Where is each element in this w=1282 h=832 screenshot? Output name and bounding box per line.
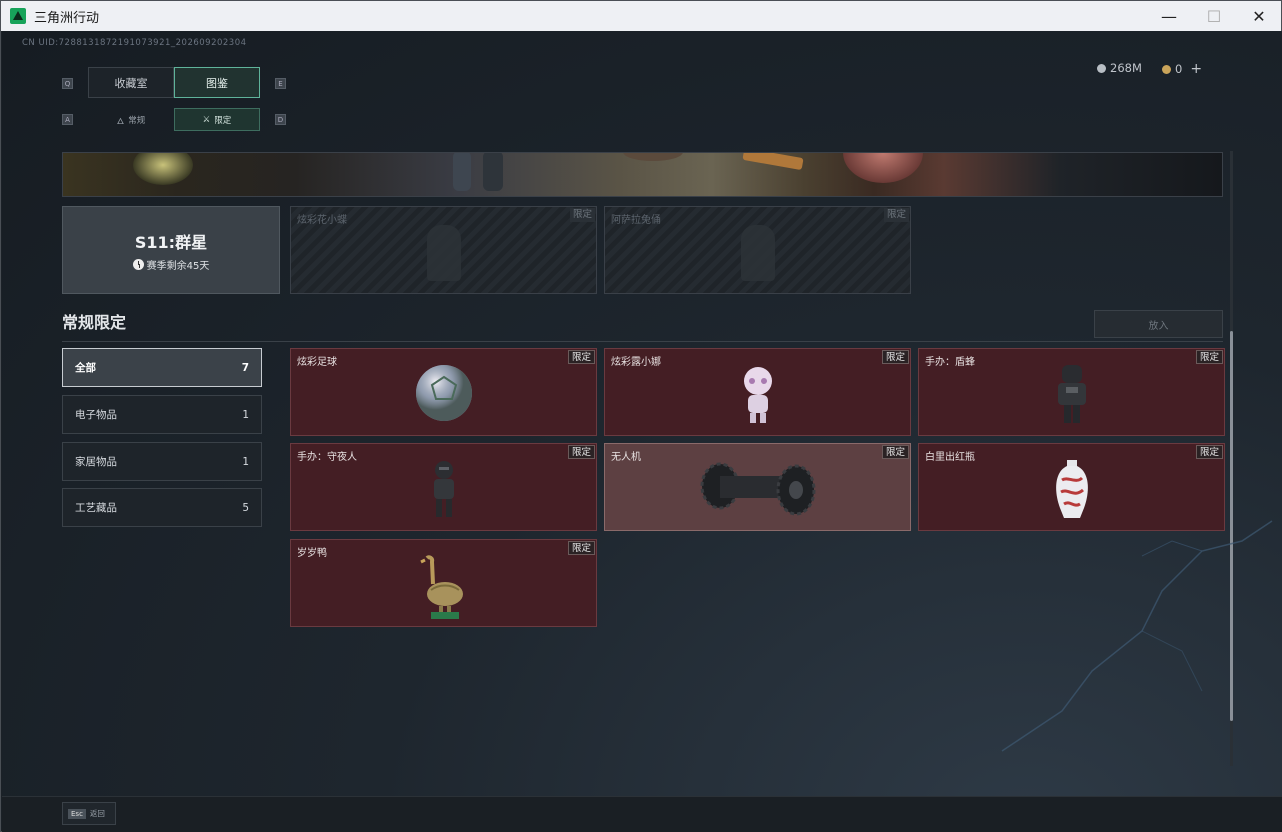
collection-item-card[interactable]: 手办：盾蜂 限定 xyxy=(918,348,1225,436)
category-label: 全部 xyxy=(75,362,96,374)
gold-coin-icon xyxy=(1162,64,1171,74)
window-title: 三角洲行动 xyxy=(34,10,100,26)
flame-icon: 🜂 xyxy=(116,116,125,127)
player-uid: CN UID:7288131872191073921_202609202304 xyxy=(22,38,247,48)
item-name: 岁岁鸭 xyxy=(297,548,327,559)
category-crafts[interactable]: 工艺藏品 5 xyxy=(62,488,262,527)
collection-item-card[interactable]: 手办：守夜人 限定 xyxy=(290,443,597,531)
limited-tag: 限定 xyxy=(1195,445,1223,459)
limited-tag: 限定 xyxy=(569,208,595,222)
close-button[interactable]: ✕ xyxy=(1236,1,1282,31)
season-banner-image xyxy=(62,152,1223,197)
soldier-figure-icon xyxy=(433,461,454,517)
currency-hafcoin: 268M xyxy=(1097,61,1142,75)
locked-item-card[interactable]: 阿萨拉兔俑 限定 xyxy=(604,206,911,294)
app-window: 三角洲行动 — ☐ ✕ CN UID:7288131872191073921_2… xyxy=(0,0,1282,832)
lightning-crack-decoration xyxy=(1001,520,1273,752)
category-all[interactable]: 全部 7 xyxy=(62,348,262,387)
collection-item-card[interactable]: 炫彩露小娜 限定 xyxy=(604,348,911,436)
item-name: 无人机 xyxy=(611,452,641,463)
gold-amount: 0 xyxy=(1175,62,1183,76)
back-button[interactable]: Esc 返回 xyxy=(62,802,116,825)
subtab-regular[interactable]: 🜂 常规 xyxy=(88,108,174,131)
category-count: 1 xyxy=(242,455,249,468)
silver-coin-icon xyxy=(1097,63,1106,73)
collection-item-card[interactable]: 岁岁鸭 限定 xyxy=(290,539,597,627)
doll-figure-icon xyxy=(743,367,772,423)
subtab-next-key[interactable]: D xyxy=(275,114,286,125)
maximize-button[interactable]: ☐ xyxy=(1191,1,1237,31)
season-remaining-text: 赛季剩余45天 xyxy=(146,260,210,272)
limited-tag: 限定 xyxy=(1195,350,1223,364)
app-logo-icon xyxy=(10,8,26,24)
item-name: 手办：守夜人 xyxy=(297,452,357,463)
category-label: 家居物品 xyxy=(75,456,117,468)
currency-gold: 0 + xyxy=(1162,61,1202,77)
minimize-button[interactable]: — xyxy=(1146,1,1192,31)
category-count: 5 xyxy=(242,501,249,514)
esc-key: Esc xyxy=(68,808,86,819)
season-title: S11:群星 xyxy=(134,232,208,252)
tab-collection-room[interactable]: 收藏室 xyxy=(88,67,174,98)
game-viewport: CN UID:7288131872191073921_202609202304 … xyxy=(2,31,1282,832)
rabbit-figurine-silhouette-icon xyxy=(740,225,775,281)
tab-codex[interactable]: 图鉴 xyxy=(174,67,260,98)
drone-roller-icon xyxy=(700,462,815,516)
item-name: 阿萨拉兔俑 xyxy=(611,215,661,226)
limited-tag: 限定 xyxy=(881,445,909,459)
category-electronics[interactable]: 电子物品 1 xyxy=(62,395,262,434)
bronze-duck-icon xyxy=(419,555,463,619)
category-count: 7 xyxy=(241,361,249,374)
put-in-button[interactable]: 放入 xyxy=(1094,310,1223,338)
armored-figure-icon xyxy=(1057,365,1086,423)
butterfly-figure-silhouette-icon xyxy=(426,225,461,281)
limited-tag: 限定 xyxy=(567,541,595,555)
back-label: 返回 xyxy=(89,809,105,818)
item-name: 炫彩花小蝶 xyxy=(297,215,347,226)
item-name: 炫彩足球 xyxy=(297,357,337,368)
subtab-prev-key[interactable]: A xyxy=(62,114,73,125)
item-name: 手办：盾蜂 xyxy=(925,357,975,368)
collection-item-card[interactable]: 炫彩足球 限定 xyxy=(290,348,597,436)
locked-item-card[interactable]: 炫彩花小蝶 限定 xyxy=(290,206,597,294)
collection-item-card[interactable]: 无人机 限定 xyxy=(604,443,911,531)
item-name: 白里出红瓶 xyxy=(925,452,975,463)
soccer-ball-icon xyxy=(415,365,472,421)
title-bar: 三角洲行动 — ☐ ✕ xyxy=(1,1,1281,31)
limited-tag: 限定 xyxy=(881,350,909,364)
hafcoin-amount: 268M xyxy=(1110,61,1142,75)
subtab-limited[interactable]: ⚔ 限定 xyxy=(174,108,260,131)
crossed-swords-icon: ⚔ xyxy=(202,114,211,125)
item-name: 炫彩露小娜 xyxy=(611,357,661,368)
category-household[interactable]: 家居物品 1 xyxy=(62,442,262,481)
bottom-bar xyxy=(2,796,1282,832)
season-remaining: 赛季剩余45天 xyxy=(132,257,210,272)
section-divider xyxy=(62,341,1223,342)
limited-tag: 限定 xyxy=(567,445,595,459)
limited-tag: 限定 xyxy=(567,350,595,364)
add-currency-button[interactable]: + xyxy=(1190,61,1202,77)
category-count: 1 xyxy=(242,408,249,421)
subtab-regular-label: 常规 xyxy=(128,115,146,126)
clock-icon xyxy=(132,258,144,270)
limited-tag: 限定 xyxy=(883,208,909,222)
category-label: 工艺藏品 xyxy=(75,502,117,514)
tab-next-key[interactable]: E xyxy=(275,78,286,89)
season-card[interactable]: S11:群星 赛季剩余45天 xyxy=(62,206,280,294)
section-title: 常规限定 xyxy=(62,313,127,332)
tab-prev-key[interactable]: Q xyxy=(62,78,73,89)
category-label: 电子物品 xyxy=(75,409,117,421)
subtab-limited-label: 限定 xyxy=(214,115,232,126)
